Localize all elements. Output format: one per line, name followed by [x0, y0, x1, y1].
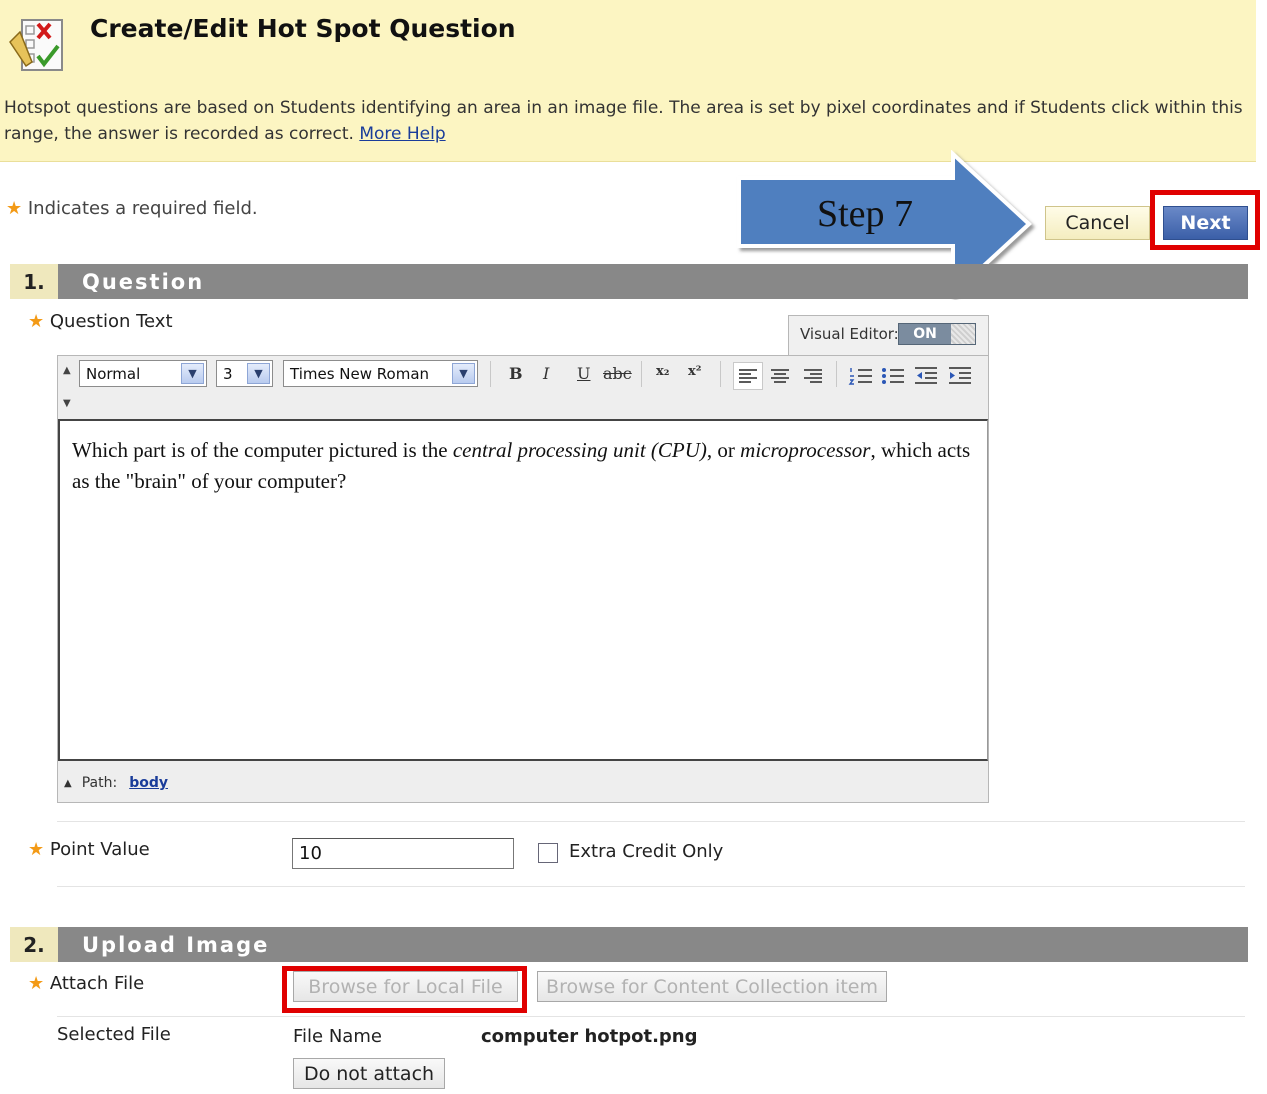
question-text-label-text: Question Text: [49, 311, 173, 332]
next-button[interactable]: Next: [1163, 206, 1248, 240]
point-value-label: ★ Point Value: [28, 839, 150, 860]
quiz-edit-icon: [9, 19, 63, 71]
section-number: 1.: [10, 264, 58, 299]
toolbar-separator: [836, 361, 837, 387]
question-text-italic: central processing unit (CPU): [452, 438, 707, 462]
align-right-icon[interactable]: [800, 362, 826, 390]
extra-credit-checkbox[interactable]: [538, 843, 558, 863]
align-left-icon[interactable]: [733, 362, 763, 390]
cancel-button[interactable]: Cancel: [1045, 206, 1150, 240]
browse-content-collection-button[interactable]: Browse for Content Collection item: [537, 971, 887, 1002]
chevron-down-icon: ▼: [181, 363, 204, 384]
format-select-value: Normal: [86, 364, 141, 383]
file-name-value: computer hotpot.png: [481, 1026, 698, 1047]
indent-icon[interactable]: [947, 362, 973, 390]
step-label: Step 7: [816, 193, 914, 235]
page-title: Create/Edit Hot Spot Question: [90, 14, 516, 43]
italic-button[interactable]: I: [543, 364, 549, 383]
divider: [57, 1016, 1245, 1017]
section-title: Question: [82, 269, 205, 294]
subscript-button[interactable]: x₂: [656, 364, 669, 379]
instructions-body: Hotspot questions are based on Students …: [4, 98, 1243, 144]
divider: [57, 821, 1245, 822]
toolbar-expand-down-icon[interactable]: ▼: [63, 398, 71, 409]
path-label: Path:: [81, 775, 118, 791]
required-note-text: Indicates a required field.: [27, 198, 258, 219]
visual-editor-label: Visual Editor:: [800, 325, 899, 343]
toolbar-separator: [490, 361, 491, 387]
question-text-editor-area[interactable]: Which part is of the computer pictured i…: [58, 419, 988, 761]
required-star-icon: ★: [28, 839, 45, 860]
section-number: 2.: [10, 927, 58, 962]
font-family-select-value: Times New Roman: [290, 364, 430, 383]
browse-local-file-button[interactable]: Browse for Local File: [293, 971, 518, 1002]
required-star-icon: ★: [6, 198, 23, 219]
numbered-list-icon[interactable]: [848, 362, 874, 390]
outdent-icon[interactable]: [913, 362, 939, 390]
point-value-label-text: Point Value: [49, 839, 150, 860]
attach-file-label-text: Attach File: [49, 973, 145, 994]
bullet-list-icon[interactable]: [880, 362, 906, 390]
section-upload-image-bar: 2. Upload Image: [10, 927, 1248, 962]
bold-button[interactable]: B: [509, 364, 523, 383]
toolbar-separator: [720, 361, 721, 387]
toolbar-collapse-up-icon[interactable]: ▲: [63, 365, 71, 376]
font-family-select[interactable]: Times New Roman ▼: [283, 360, 478, 387]
visual-editor-toggle[interactable]: ON: [898, 323, 976, 345]
path-body-link[interactable]: body: [129, 775, 168, 791]
question-text-part: , or: [706, 438, 741, 462]
do-not-attach-button[interactable]: Do not attach: [293, 1058, 445, 1089]
file-name-label: File Name: [293, 1026, 382, 1047]
required-star-icon: ★: [28, 311, 45, 332]
question-text-part: Which part is of the computer pictured i…: [72, 438, 453, 462]
font-size-select-value: 3: [223, 364, 233, 383]
chevron-down-icon: ▼: [452, 363, 475, 384]
path-collapse-icon[interactable]: ▲: [64, 778, 72, 789]
strikethrough-button[interactable]: abc: [603, 364, 632, 383]
chevron-down-icon: ▼: [247, 363, 270, 384]
question-text-italic: microprocessor: [740, 438, 871, 462]
required-star-icon: ★: [28, 973, 45, 994]
font-size-select[interactable]: 3 ▼: [216, 360, 273, 387]
instructions-text: Hotspot questions are based on Students …: [4, 95, 1249, 147]
more-help-link[interactable]: More Help: [359, 124, 445, 144]
required-field-note: ★ Indicates a required field.: [6, 198, 258, 219]
visual-editor-state: ON: [913, 326, 937, 342]
align-center-icon[interactable]: [767, 362, 793, 390]
format-select[interactable]: Normal ▼: [79, 360, 207, 387]
toolbar-separator: [641, 361, 642, 387]
attach-file-label: ★ Attach File: [28, 973, 144, 994]
divider: [57, 886, 1245, 887]
section-title: Upload Image: [82, 932, 270, 957]
underline-button[interactable]: U: [577, 364, 590, 383]
superscript-button[interactable]: x²: [688, 364, 701, 379]
section-question-bar: 1. Question: [10, 264, 1248, 299]
editor-path-bar: ▲ Path: body: [58, 765, 988, 801]
selected-file-label: Selected File: [57, 1024, 171, 1045]
toggle-knob: [951, 324, 975, 344]
extra-credit-label: Extra Credit Only: [569, 841, 724, 862]
question-text-label: ★ Question Text: [28, 311, 173, 332]
point-value-input[interactable]: 10: [292, 838, 514, 869]
